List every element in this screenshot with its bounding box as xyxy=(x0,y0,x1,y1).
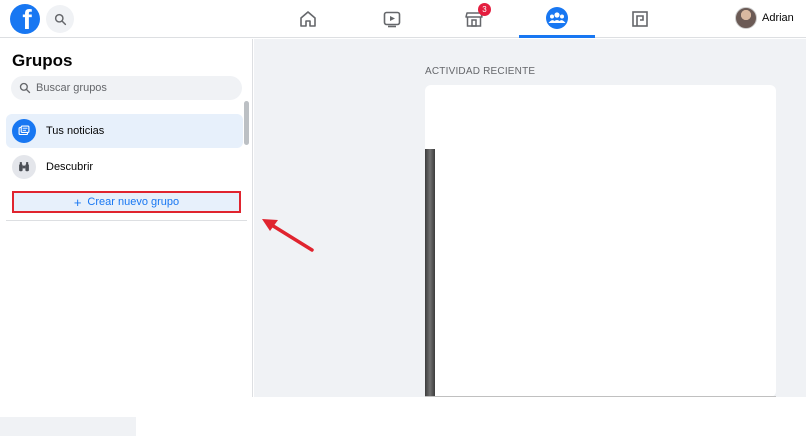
notification-badge: 3 xyxy=(478,3,491,16)
groups-search-input[interactable] xyxy=(36,82,236,94)
profile-name: Adrian xyxy=(762,12,794,24)
feed-icon xyxy=(12,119,36,143)
create-new-group-button[interactable]: + Crear nuevo grupo xyxy=(12,191,241,213)
groups-icon xyxy=(546,6,568,29)
divider xyxy=(6,220,247,221)
gaming-icon xyxy=(632,11,648,27)
avatar xyxy=(735,7,757,29)
nav-video[interactable] xyxy=(354,0,430,38)
nav-groups[interactable] xyxy=(519,0,595,38)
divider xyxy=(425,396,776,397)
binoculars-icon xyxy=(12,155,36,179)
recent-activity-heading: ACTIVIDAD RECIENTE xyxy=(425,66,536,77)
sidebar-item-tus-noticias[interactable]: Tus noticias xyxy=(6,114,243,148)
home-icon xyxy=(300,11,316,27)
bottom-strip xyxy=(0,417,136,436)
groups-sidebar: Grupos Tus noticias xyxy=(0,39,253,397)
facebook-logo-icon[interactable]: f xyxy=(10,4,40,34)
nav-marketplace[interactable]: 3 xyxy=(436,0,512,38)
sidebar-scrollbar[interactable] xyxy=(244,101,249,145)
plus-icon: + xyxy=(73,194,82,210)
profile-button[interactable]: Adrian xyxy=(735,6,794,30)
sidebar-title: Grupos xyxy=(12,51,73,70)
top-navigation-bar: f 3 Adrian xyxy=(0,0,806,38)
recent-activity-card xyxy=(425,85,776,397)
search-icon xyxy=(19,82,31,94)
search-icon xyxy=(54,13,66,25)
create-new-group-label: Crear nuevo grupo xyxy=(87,196,180,208)
main-content: ACTIVIDAD RECIENTE xyxy=(254,39,806,397)
sidebar-item-label: Descubrir xyxy=(46,161,94,173)
sidebar-item-label: Tus noticias xyxy=(46,125,105,137)
video-icon xyxy=(383,11,401,28)
groups-search-box[interactable] xyxy=(11,76,242,100)
search-button[interactable] xyxy=(46,5,74,33)
media-placeholder xyxy=(425,149,435,397)
nav-home[interactable] xyxy=(270,0,346,38)
nav-gaming[interactable] xyxy=(602,0,678,38)
sidebar-item-descubrir[interactable]: Descubrir xyxy=(6,150,243,184)
annotation-arrow-icon xyxy=(262,219,314,252)
